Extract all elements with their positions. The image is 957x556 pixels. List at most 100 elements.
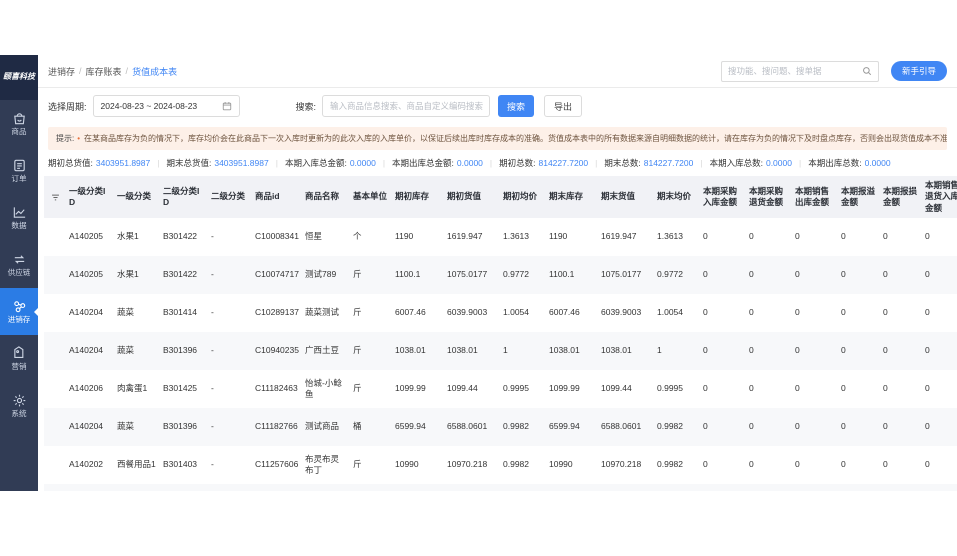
summary-value: 3403951.8987 xyxy=(214,158,268,168)
table-row-7: A140202西餐用品1B301403-C11257606布灵布灵布丁斤1099… xyxy=(44,446,957,484)
table-cell: B301422 xyxy=(160,256,208,294)
sidebar-item-6[interactable]: 营销 xyxy=(0,335,38,382)
product-search-input[interactable]: 输入商品信息搜索、商品自定义编码搜索 xyxy=(322,95,490,117)
search-button[interactable]: 搜索 xyxy=(498,95,534,117)
sidebar-item-7[interactable]: 系统 xyxy=(0,382,38,429)
column-header: 商品id xyxy=(252,176,302,218)
summary-value: 0.0000 xyxy=(350,158,376,168)
summary-value: 814227.7200 xyxy=(539,158,589,168)
chart-icon xyxy=(12,205,27,220)
table-cell xyxy=(500,484,546,491)
nodes-icon xyxy=(12,299,27,314)
table-cell: 0 xyxy=(746,294,792,332)
table-cell: 1.3613 xyxy=(654,218,700,256)
row-gutter-cell xyxy=(44,256,66,294)
breadcrumb-item-1[interactable]: 进销存 xyxy=(48,65,75,78)
beginner-guide-button[interactable]: 新手引导 xyxy=(891,61,947,81)
table-cell: 0.9995 xyxy=(500,370,546,408)
table-row-5: A140206肉禽蛋1B301425-C11182463怡城-小鲶鱼斤1099.… xyxy=(44,370,957,408)
breadcrumb-separator: / xyxy=(126,66,129,76)
table-cell: C10940235 xyxy=(252,332,302,370)
table-cell: 0 xyxy=(880,256,922,294)
table-cell: 0 xyxy=(922,370,957,408)
breadcrumb-item-3[interactable]: 货值成本表 xyxy=(132,65,177,78)
table-cell: C10289137 xyxy=(252,294,302,332)
sidebar-item-4[interactable]: 供应链 xyxy=(0,241,38,288)
table-header-row: 一级分类ID一级分类二级分类ID二级分类商品id商品名称基本单位期初库存期初货值… xyxy=(44,176,957,218)
table-cell: 0 xyxy=(922,446,957,484)
sidebar-item-label: 数据 xyxy=(11,222,26,230)
table-cell: 个 xyxy=(350,218,392,256)
table-cell: - xyxy=(208,408,252,446)
column-header: 本期报溢金额 xyxy=(838,176,880,218)
column-header: 本期报损金额 xyxy=(880,176,922,218)
table-cell: - xyxy=(208,332,252,370)
table-cell: 肉禽蛋1 xyxy=(114,370,160,408)
summary-label: 期初总货值: xyxy=(48,157,93,169)
table-cell: 10990 xyxy=(392,446,444,484)
table-cell: 0 xyxy=(746,370,792,408)
table-cell: B301396 xyxy=(160,332,208,370)
sidebar-nav: 商品订单数据供应链进销存营销系统 xyxy=(0,100,38,429)
summary-value: 0.0000 xyxy=(766,158,792,168)
summary-stats: 期初总货值:3403951.8987|期末总货值:3403951.8987|本期… xyxy=(38,150,957,175)
table-cell: 1099.99 xyxy=(392,370,444,408)
table-cell: 斤 xyxy=(350,370,392,408)
tag-icon xyxy=(12,346,27,361)
table-cell: 0 xyxy=(700,370,746,408)
table-cell: 斤 xyxy=(350,294,392,332)
global-search-placeholder: 搜功能、搜问题、搜单据 xyxy=(728,65,862,77)
table-cell: 0 xyxy=(746,256,792,294)
table-cell: 6588.0601 xyxy=(444,408,500,446)
table-cell: 斤 xyxy=(350,256,392,294)
sidebar-item-3[interactable]: 数据 xyxy=(0,194,38,241)
table-cell: 0 xyxy=(922,256,957,294)
summary-label: 期末总货值: xyxy=(166,157,211,169)
product-search-placeholder: 输入商品信息搜索、商品自定义编码搜索 xyxy=(330,100,483,112)
summary-label: 本期入库总金额: xyxy=(285,157,347,169)
table-cell: 0 xyxy=(922,218,957,256)
table-cell xyxy=(654,484,700,491)
row-gutter-cell xyxy=(44,408,66,446)
table-cell: 1100.1 xyxy=(546,256,598,294)
table-cell: B301403 xyxy=(160,446,208,484)
column-filter-icon[interactable] xyxy=(44,176,66,218)
breadcrumb-item-2[interactable]: 库存账表 xyxy=(86,65,122,78)
row-gutter-cell xyxy=(44,332,66,370)
date-range-picker[interactable]: 2024-08-23 ~ 2024-08-23 xyxy=(93,95,240,117)
table-cell: 0 xyxy=(746,408,792,446)
sidebar-item-5[interactable]: 进销存 xyxy=(0,288,38,335)
export-button[interactable]: 导出 xyxy=(544,95,582,117)
row-gutter-cell xyxy=(44,370,66,408)
period-label: 选择周期: xyxy=(48,100,87,113)
sidebar-item-label: 商品 xyxy=(11,128,26,136)
hint-bar: 提示: • 在某商品库存为负的情况下，库存均价会在此商品下一次入库时更新为的此次… xyxy=(48,127,947,150)
table-cell: 布灵布灵布丁 xyxy=(302,446,350,484)
table-cell: 西餐用品1 xyxy=(114,446,160,484)
document-icon xyxy=(12,158,27,173)
column-header: 基本单位 xyxy=(350,176,392,218)
cost-table-wrap: 一级分类ID一级分类二级分类ID二级分类商品id商品名称基本单位期初库存期初货值… xyxy=(38,176,957,491)
sidebar-item-2[interactable]: 订单 xyxy=(0,147,38,194)
search-icon xyxy=(862,66,872,76)
row-gutter-cell xyxy=(44,446,66,484)
table-cell xyxy=(598,484,654,491)
table-cell: 1099.99 xyxy=(546,370,598,408)
table-cell: 0 xyxy=(700,446,746,484)
hint-label: 提示: xyxy=(56,133,74,144)
table-cell xyxy=(838,484,880,491)
sidebar-item-1[interactable]: 商品 xyxy=(0,100,38,147)
sidebar-item-label: 供应链 xyxy=(8,269,31,277)
summary-value: 0.0000 xyxy=(457,158,483,168)
table-cell: 0.9982 xyxy=(500,408,546,446)
table-cell: 测试789 xyxy=(302,256,350,294)
brand-logo: 颐喜科技 xyxy=(0,55,38,100)
table-cell: 0 xyxy=(700,408,746,446)
table-row-6: A140204蔬菜B301396-C11182766测试商品桶6599.9465… xyxy=(44,408,957,446)
table-cell: - xyxy=(208,218,252,256)
table-cell xyxy=(44,484,66,491)
global-search-input[interactable]: 搜功能、搜问题、搜单据 xyxy=(721,61,879,82)
column-header: 本期销售出库金额 xyxy=(792,176,838,218)
table-cell: 1190 xyxy=(546,218,598,256)
table-cell: 水果1 xyxy=(114,218,160,256)
